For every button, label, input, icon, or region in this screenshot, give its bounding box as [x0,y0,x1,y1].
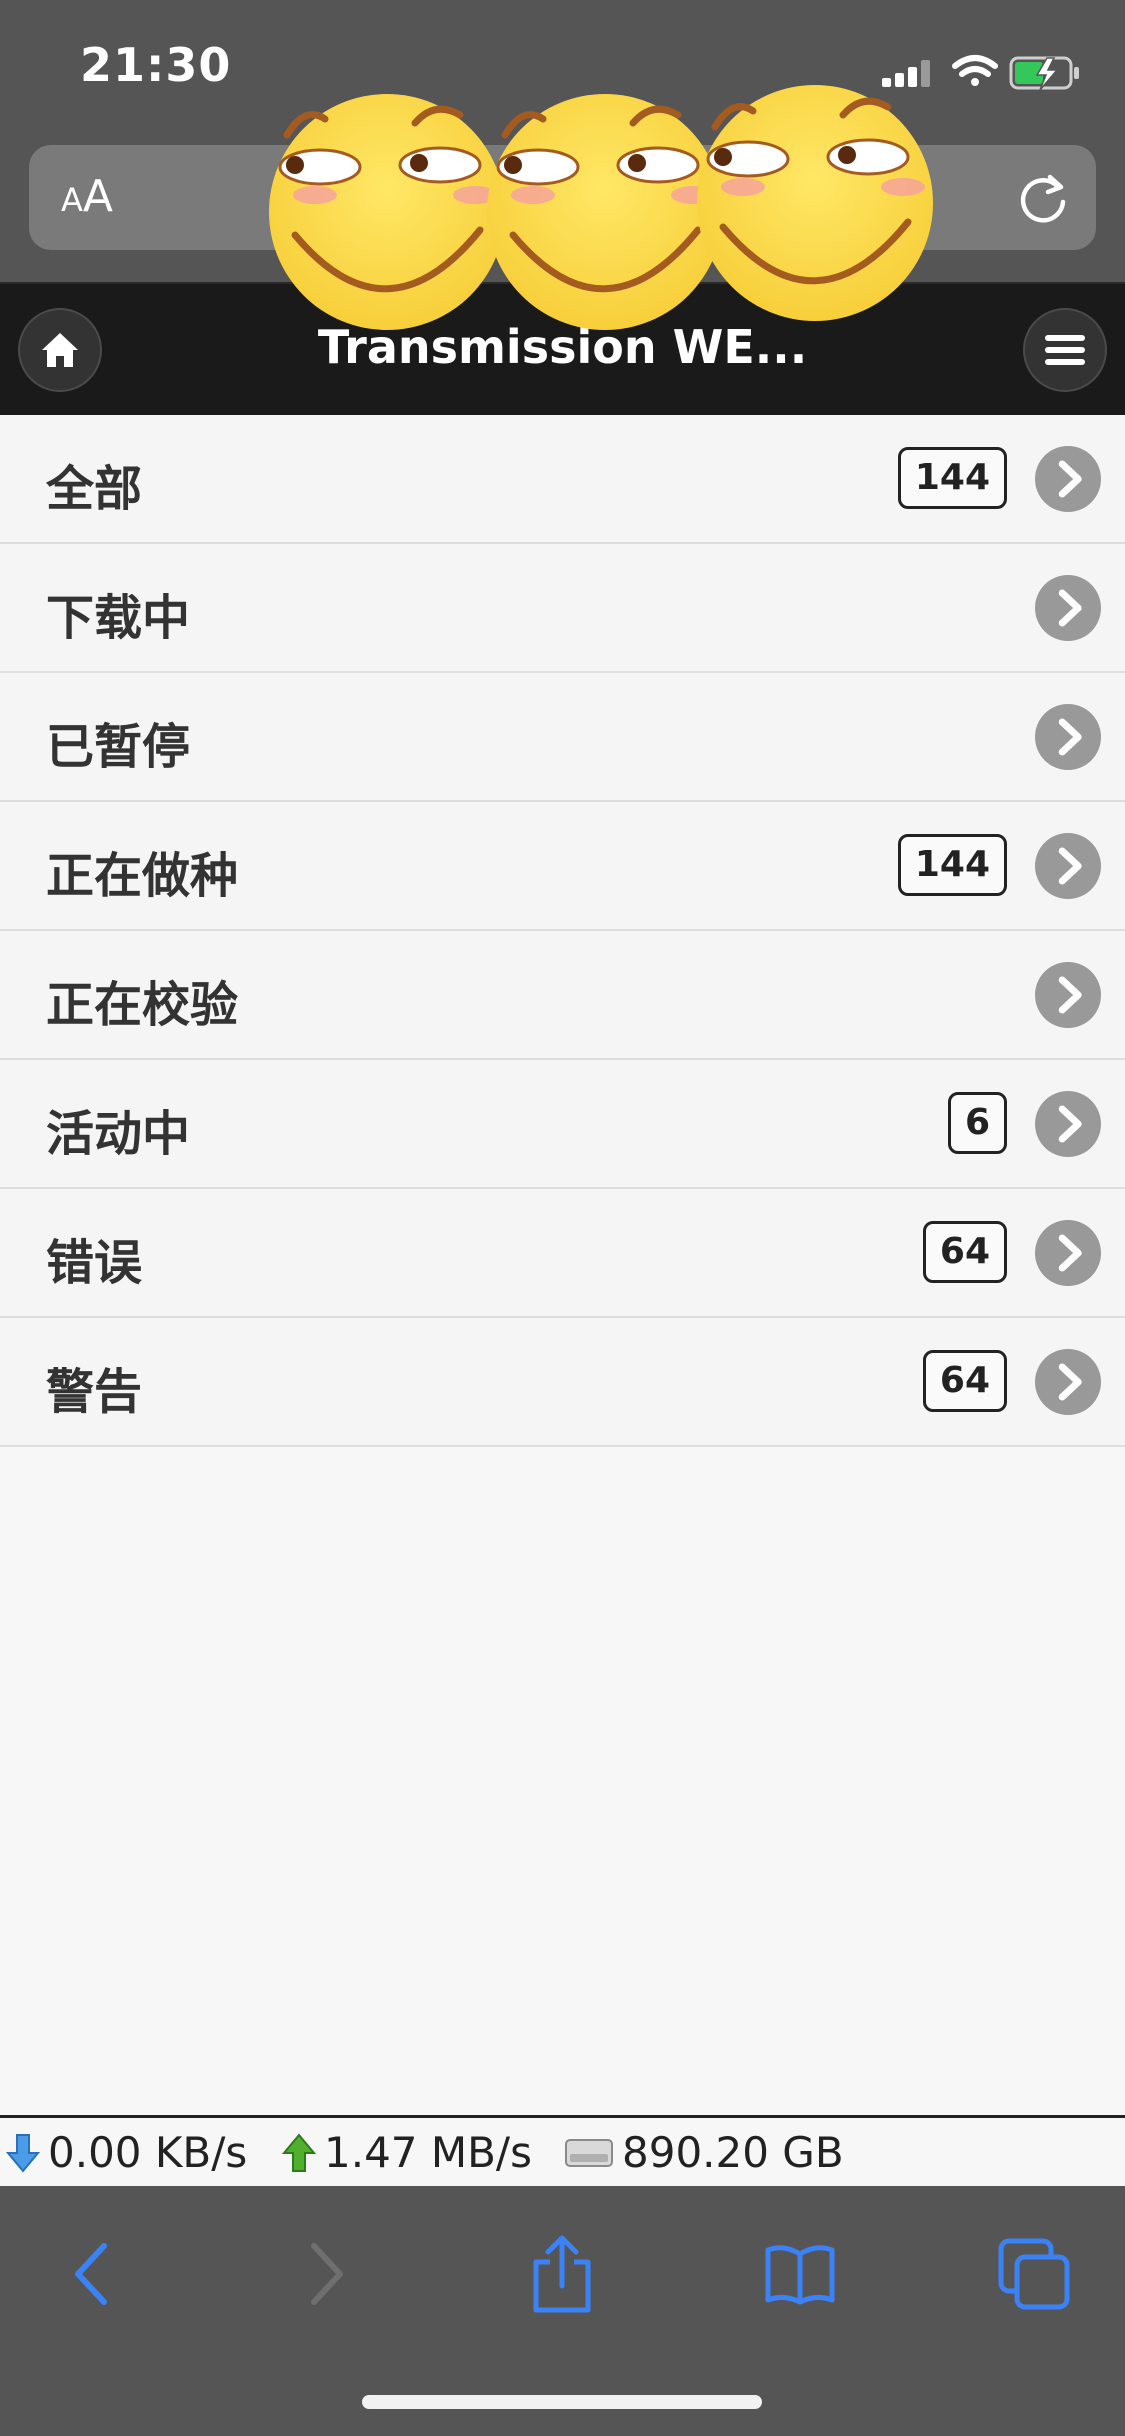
battery-charging-icon [1009,56,1079,91]
reload-icon[interactable] [1014,169,1072,227]
filter-label: 错误 [46,1235,143,1291]
count-badge: 144 [897,447,1007,509]
chevron-right-icon[interactable] [1035,1349,1101,1415]
share-button[interactable] [522,2234,602,2314]
upload-speed-stat: 1.47 MB/s [282,2128,532,2177]
bookmarks-button[interactable] [760,2234,840,2314]
count-badge: 64 [922,1221,1007,1283]
chevron-right-icon[interactable] [1035,833,1101,899]
bookmarks-icon [765,2245,835,2305]
filter-list: 全部 144 下载中已暂停正在做种 144 正在校验活动中 6 错误 64 警告 64 [0,415,1125,1447]
filter-item[interactable]: 正在做种 144 [0,802,1125,931]
filter-label: 已暂停 [46,719,191,775]
filter-label: 全部 [46,461,143,517]
hamburger-icon [1045,335,1085,365]
filter-item[interactable]: 警告 64 [0,1318,1125,1447]
back-icon [75,2243,107,2305]
aa-small-label: A [61,181,83,219]
back-button[interactable] [52,2234,132,2314]
menu-button[interactable] [1023,308,1107,392]
tabs-icon [998,2238,1070,2310]
count-badge: 6 [947,1092,1007,1154]
status-time: 21:30 [80,38,232,92]
chevron-right-icon[interactable] [1035,1091,1101,1157]
filter-item[interactable]: 活动中 6 [0,1060,1125,1189]
chevron-right-icon[interactable] [1035,575,1101,641]
filter-item[interactable]: 正在校验 [0,931,1125,1060]
filter-label: 正在校验 [46,977,239,1033]
page-title: Transmission WE... [317,320,808,374]
status-icons [825,0,1125,130]
filter-item[interactable]: 已暂停 [0,673,1125,802]
cellular-signal-icon [882,60,930,87]
home-button[interactable] [18,308,102,392]
tabs-button[interactable] [994,2234,1074,2314]
forward-button[interactable] [286,2234,366,2314]
page-header: Transmission WE... [0,282,1125,416]
address-bar[interactable]: AA [29,145,1096,250]
reader-settings-button[interactable]: AA [61,171,113,222]
forward-icon [311,2243,343,2305]
filter-item[interactable]: 下载中 [0,544,1125,673]
transfer-stats-bar: 0.00 KB/s 1.47 MB/s 890.20 GB [0,2115,1125,2185]
free-space: 890.20 GB [622,2128,844,2177]
upload-speed: 1.47 MB/s [324,2128,532,2177]
filter-label: 活动中 [46,1106,191,1162]
download-arrow-icon [6,2133,40,2173]
filter-label: 警告 [46,1364,143,1420]
filter-item[interactable]: 全部 144 [0,415,1125,544]
chevron-right-icon[interactable] [1035,704,1101,770]
home-indicator [362,2395,762,2409]
chevron-right-icon[interactable] [1035,962,1101,1028]
home-icon [42,333,78,367]
free-space-stat: 890.20 GB [564,2128,844,2177]
count-badge: 64 [922,1350,1007,1412]
count-badge: 144 [897,834,1007,896]
filter-item[interactable]: 错误 64 [0,1189,1125,1318]
aa-large-label: A [82,171,113,222]
safari-top-chrome: 21:30 AA [0,0,1125,282]
download-speed-stat: 0.00 KB/s [6,2128,247,2177]
chevron-right-icon[interactable] [1035,1220,1101,1286]
filter-label: 下载中 [46,590,191,646]
share-icon [533,2235,591,2313]
wifi-icon [952,55,998,86]
hard-drive-icon [565,2138,613,2167]
chevron-right-icon[interactable] [1035,446,1101,512]
filter-label: 正在做种 [46,848,239,904]
upload-arrow-icon [282,2132,316,2172]
download-speed: 0.00 KB/s [48,2128,248,2177]
